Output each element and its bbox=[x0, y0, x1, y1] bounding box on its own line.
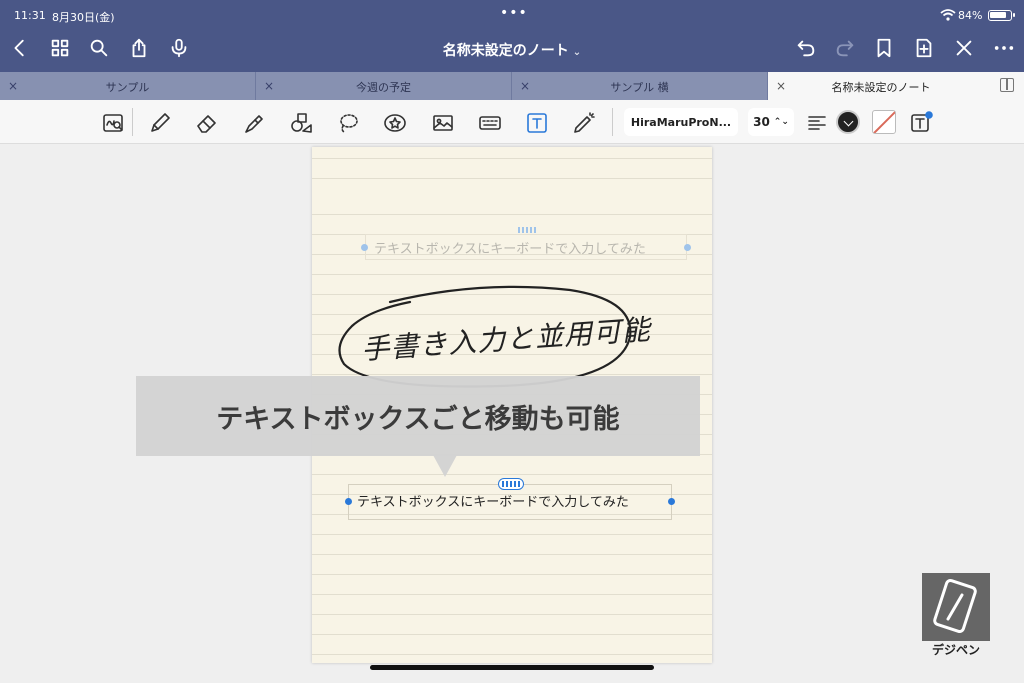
tab-sample-landscape[interactable]: × サンプル 横 bbox=[512, 72, 768, 100]
status-date: 8月30日(金) bbox=[52, 11, 115, 24]
text-box-icon bbox=[527, 113, 547, 133]
status-time: 11:31 bbox=[14, 9, 46, 22]
microphone-button[interactable] bbox=[167, 36, 191, 60]
share-button[interactable] bbox=[127, 36, 151, 60]
microphone-icon bbox=[171, 38, 187, 58]
text-color-swatch[interactable] bbox=[836, 110, 860, 134]
overlay-caption: テキストボックスごと移動も可能 bbox=[136, 376, 700, 456]
eraser-tool[interactable] bbox=[194, 110, 220, 136]
laser-pointer-tool[interactable] bbox=[571, 110, 597, 136]
zoom-window-tool[interactable] bbox=[100, 110, 126, 136]
image-tool[interactable] bbox=[430, 110, 456, 136]
document-title[interactable]: 名称未設定のノート ⌄ bbox=[412, 40, 612, 60]
toolbar-divider bbox=[132, 108, 133, 136]
resize-handle-left[interactable] bbox=[345, 498, 352, 505]
tab-sample[interactable]: × サンプル bbox=[0, 72, 256, 100]
pen-icon bbox=[151, 113, 170, 132]
watermark-logo-text: デジペン bbox=[931, 643, 980, 657]
font-size-stepper[interactable]: 30 ⌃⌄ bbox=[748, 108, 794, 136]
tab-label: 今週の予定 bbox=[356, 81, 411, 94]
chevron-left-icon bbox=[14, 39, 24, 57]
tab-label: サンプル 横 bbox=[610, 81, 669, 94]
split-view-icon[interactable] bbox=[1000, 78, 1014, 92]
more-button[interactable] bbox=[992, 36, 1016, 60]
search-icon bbox=[90, 39, 108, 57]
laser-pointer-icon bbox=[574, 112, 595, 133]
background-color-swatch[interactable] bbox=[872, 110, 896, 134]
close-icon bbox=[956, 40, 972, 56]
tab-label: サンプル bbox=[105, 81, 150, 94]
sticker-tool[interactable] bbox=[382, 110, 408, 136]
tab-untitled-note[interactable]: × 名称未設定のノート bbox=[768, 72, 1024, 100]
more-icon bbox=[994, 46, 1014, 50]
eraser-icon bbox=[197, 115, 216, 133]
text-style-button[interactable] bbox=[908, 110, 934, 136]
caption-text: テキストボックスごと移動も可能 bbox=[216, 403, 620, 435]
undo-icon bbox=[797, 40, 815, 57]
align-left-icon bbox=[808, 116, 826, 130]
share-icon bbox=[132, 38, 146, 58]
zoom-window-icon bbox=[103, 114, 123, 132]
shape-tool[interactable] bbox=[288, 110, 314, 136]
lasso-tool[interactable] bbox=[335, 110, 361, 136]
tool-bar bbox=[0, 100, 1024, 144]
watermark-logo bbox=[922, 573, 990, 641]
pen-tool[interactable] bbox=[147, 110, 173, 136]
thumbnails-button[interactable] bbox=[48, 36, 72, 60]
caption-pointer bbox=[433, 455, 457, 477]
move-handle[interactable] bbox=[502, 481, 520, 487]
bookmark-icon bbox=[877, 38, 891, 58]
battery-icon bbox=[988, 10, 1015, 21]
tab-weekly-plan[interactable]: × 今週の予定 bbox=[256, 72, 512, 100]
tablet-pen-logo-icon bbox=[933, 579, 977, 633]
stepper-icon: ⌃⌄ bbox=[773, 117, 789, 127]
bookmark-button[interactable] bbox=[872, 36, 896, 60]
lasso-icon bbox=[340, 114, 358, 133]
close-toolbar-button[interactable] bbox=[952, 36, 976, 60]
redo-icon bbox=[836, 40, 854, 57]
status-bar: 11:31 8月30日(金) ••• 84% bbox=[0, 0, 1024, 30]
back-button[interactable] bbox=[8, 36, 32, 60]
textbox-original-position: テキストボックスにキーボードで入力してみた bbox=[365, 234, 687, 260]
app-screen: 11:31 8月30日(金) ••• 84% 名称未設定のノート ⌄ × サンプ… bbox=[0, 0, 1024, 683]
highlighter-icon bbox=[245, 115, 263, 133]
font-size-value: 30 bbox=[753, 115, 770, 129]
resize-handle-left bbox=[361, 244, 368, 251]
keyboard-icon bbox=[479, 116, 501, 130]
wifi-icon bbox=[940, 9, 956, 21]
multitask-dots-icon[interactable]: ••• bbox=[500, 5, 528, 21]
tab-bar: × サンプル × 今週の予定 × サンプル 横 × 名称未設定のノート bbox=[0, 72, 1024, 100]
keyboard-tool[interactable] bbox=[477, 110, 503, 136]
chevron-down-icon: ⌄ bbox=[572, 47, 582, 58]
document-title-text: 名称未設定のノート bbox=[442, 43, 569, 59]
text-align-button[interactable] bbox=[804, 110, 830, 136]
shapes-icon bbox=[291, 113, 312, 133]
move-handle bbox=[518, 227, 538, 233]
redo-button[interactable] bbox=[833, 36, 857, 60]
undo-button[interactable] bbox=[794, 36, 818, 60]
app-header: 11:31 8月30日(金) ••• 84% 名称未設定のノート ⌄ bbox=[0, 0, 1024, 72]
grid-icon bbox=[51, 39, 69, 57]
resize-handle-right[interactable] bbox=[668, 498, 675, 505]
font-family-select[interactable]: HiraMaruProN... bbox=[624, 108, 738, 136]
add-page-icon bbox=[916, 38, 932, 58]
add-page-button[interactable] bbox=[912, 36, 936, 60]
text-style-icon bbox=[911, 111, 933, 132]
highlighter-tool[interactable] bbox=[241, 110, 267, 136]
search-button[interactable] bbox=[87, 36, 111, 60]
resize-handle-right bbox=[684, 244, 691, 251]
battery-percent: 84% bbox=[958, 9, 983, 22]
home-indicator[interactable] bbox=[370, 665, 654, 670]
image-icon bbox=[433, 115, 453, 131]
sticker-icon bbox=[384, 114, 406, 132]
tab-label: 名称未設定のノート bbox=[831, 81, 931, 94]
toolbar-divider bbox=[612, 108, 613, 136]
text-tool[interactable] bbox=[524, 110, 550, 136]
